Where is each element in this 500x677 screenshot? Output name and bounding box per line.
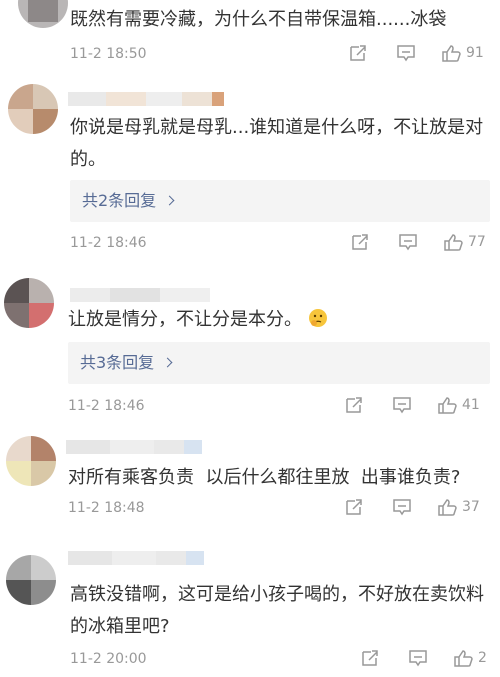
comment-timestamp: 11-2 20:00 — [70, 651, 147, 667]
comment-actions: 37 — [344, 498, 480, 516]
comment-timestamp: 11-2 18:48 — [68, 500, 145, 516]
comment-item: 让放是情分，不让分是本分。 共3条回复 11-2 18:46 41 — [0, 272, 500, 420]
username-blurred[interactable] — [68, 92, 224, 106]
share-icon[interactable] — [348, 44, 368, 62]
share-icon[interactable] — [344, 396, 364, 414]
thumbs-up-icon[interactable] — [444, 233, 464, 251]
comment-item: 高铁没错啊，这可是给小孩子喝的，不好放在卖饮料的冰箱里吧? 11-2 20:00… — [0, 545, 500, 677]
replies-count-label: 共2条回复 — [82, 191, 157, 210]
thumbs-up-icon[interactable] — [438, 396, 458, 414]
avatar[interactable] — [8, 84, 58, 134]
thumbs-up-icon[interactable] — [438, 498, 458, 516]
thumbs-up-icon[interactable] — [454, 649, 474, 667]
comment-icon[interactable] — [392, 498, 412, 516]
comment-timestamp: 11-2 18:50 — [70, 46, 147, 62]
comment-item: 你说是母乳就是母乳...谁知道是什么呀，不让放是对的。 共2条回复 11-2 1… — [0, 80, 500, 260]
like-count: 91 — [466, 45, 484, 61]
share-icon[interactable] — [344, 498, 364, 516]
like-count: 37 — [462, 499, 480, 515]
replies-count-label: 共3条回复 — [80, 353, 155, 372]
avatar[interactable] — [6, 555, 56, 605]
comment-actions: 77 — [350, 233, 486, 251]
comment-text-body: 让放是情分，不让分是本分。 — [68, 309, 302, 330]
comment-item: 对所有乘客负责 以后什么都往里放 出事谁负责? 11-2 18:48 37 — [0, 430, 500, 530]
comment-actions: 41 — [344, 396, 480, 414]
comment-icon[interactable] — [396, 44, 416, 62]
comment-timestamp: 11-2 18:46 — [70, 235, 147, 251]
comment-icon[interactable] — [392, 396, 412, 414]
like-count: 2 — [478, 650, 487, 666]
like-count: 77 — [468, 234, 486, 250]
chevron-right-icon — [164, 195, 175, 206]
comment-text: 既然有需要冷藏，为什么不自带保温箱......冰袋 — [70, 9, 447, 30]
comment-text: 让放是情分，不让分是本分。 — [68, 304, 488, 336]
view-replies-link[interactable]: 共3条回复 — [68, 342, 490, 384]
username-blurred[interactable] — [66, 440, 202, 454]
chevron-right-icon — [162, 357, 173, 368]
comment-actions: 2 — [360, 649, 487, 667]
avatar[interactable] — [4, 278, 54, 328]
comment-text: 对所有乘客负责 以后什么都往里放 出事谁负责? — [68, 467, 461, 488]
share-icon[interactable] — [360, 649, 380, 667]
avatar[interactable] — [18, 0, 68, 28]
thinking-face-emoji — [309, 309, 327, 327]
username-blurred[interactable] — [68, 551, 204, 565]
like-count: 41 — [462, 397, 480, 413]
avatar[interactable] — [6, 436, 56, 486]
comment-item: 既然有需要冷藏，为什么不自带保温箱......冰袋 11-2 18:50 91 — [0, 0, 500, 75]
comment-actions: 91 — [348, 44, 484, 62]
share-icon[interactable] — [350, 233, 370, 251]
comment-icon[interactable] — [398, 233, 418, 251]
username-blurred[interactable] — [70, 288, 210, 302]
comment-text: 高铁没错啊，这可是给小孩子喝的，不好放在卖饮料的冰箱里吧? — [70, 584, 484, 637]
comment-timestamp: 11-2 18:46 — [68, 398, 145, 414]
comment-icon[interactable] — [408, 649, 428, 667]
view-replies-link[interactable]: 共2条回复 — [70, 180, 490, 222]
thumbs-up-icon[interactable] — [442, 44, 462, 62]
comment-text: 你说是母乳就是母乳...谁知道是什么呀，不让放是对的。 — [70, 117, 484, 170]
